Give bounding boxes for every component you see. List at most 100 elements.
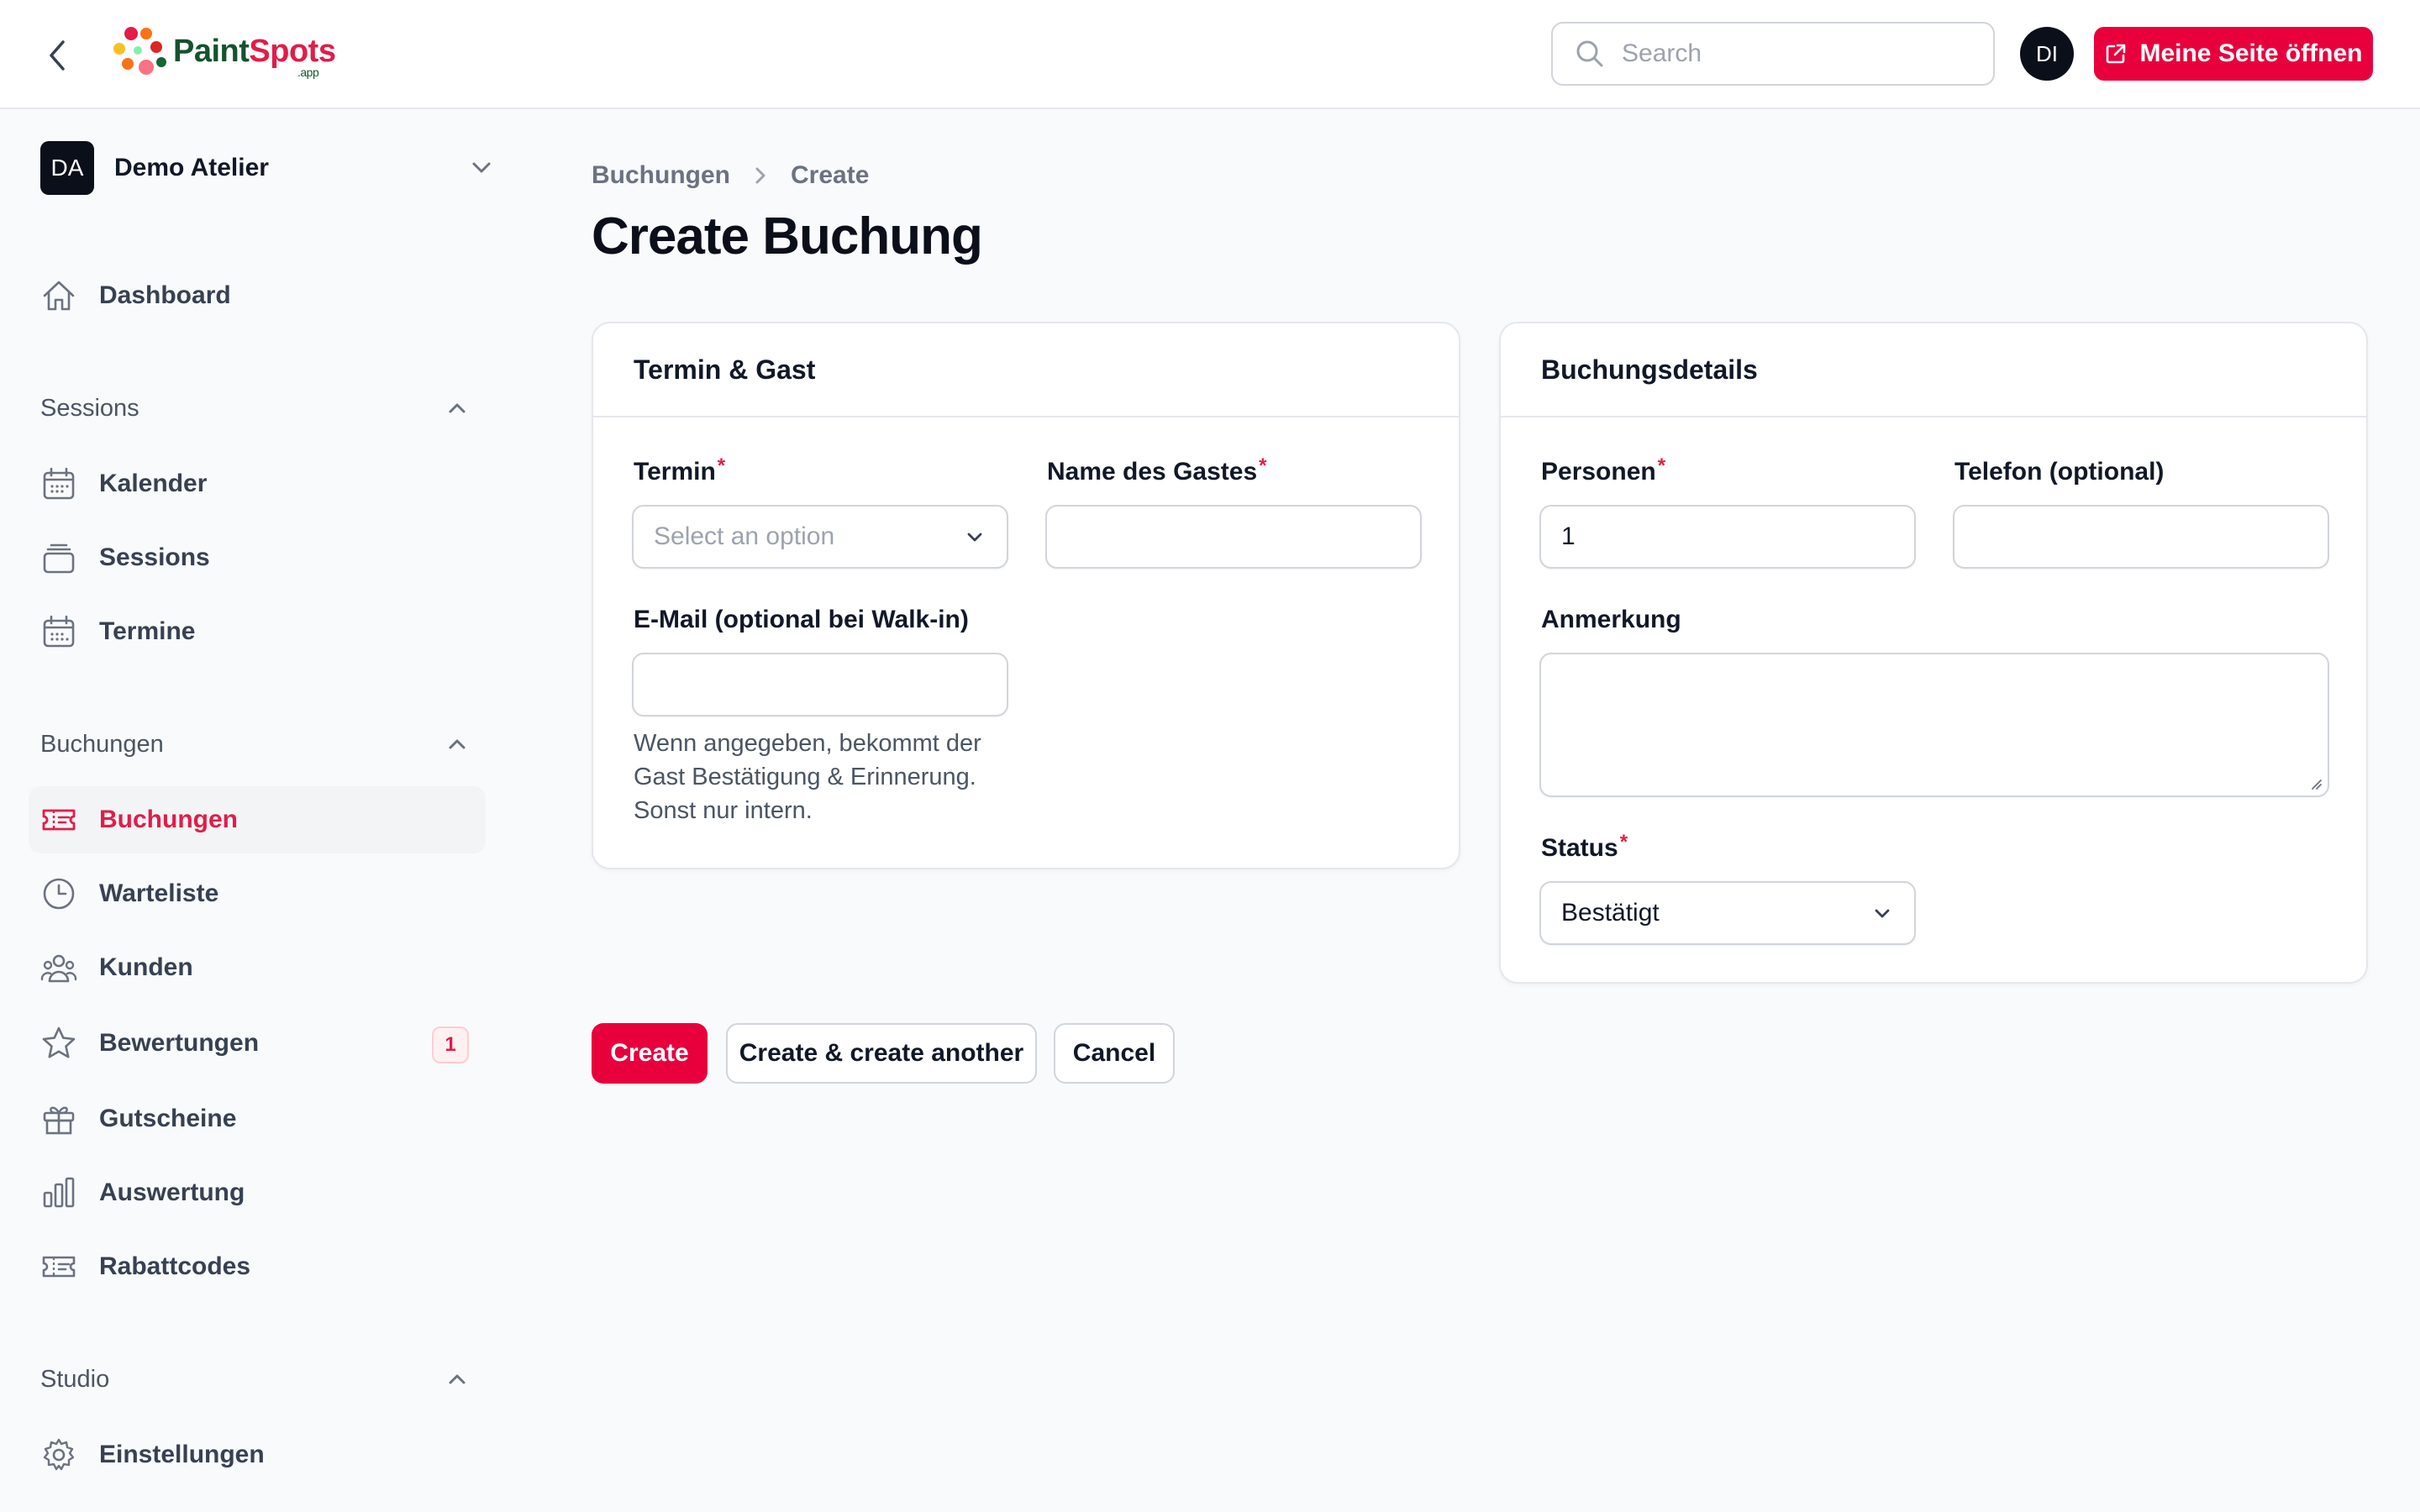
status-select[interactable]: Bestätigt	[1539, 881, 1916, 945]
calendar-grid-icon	[40, 613, 77, 650]
cancel-button[interactable]: Cancel	[1054, 1023, 1175, 1084]
user-avatar[interactable]: DI	[2020, 27, 2074, 81]
home-icon	[40, 277, 77, 314]
nav-group-buchungen[interactable]: Buchungen	[40, 727, 469, 761]
card-title: Termin & Gast	[593, 323, 1459, 417]
personen-field-wrap	[1539, 505, 1916, 569]
calendar-icon	[40, 465, 77, 502]
buchungsdetails-card: Buchungsdetails Personen* Telefon (optio…	[1499, 322, 2368, 984]
tenant-switcher[interactable]: DA Demo Atelier	[40, 141, 494, 195]
email-helper-text: Wenn angegeben, bekommt der Gast Bestäti…	[634, 730, 981, 824]
bar-chart-icon	[40, 1174, 77, 1211]
chevron-left-icon	[45, 39, 70, 72]
sidebar-item-label: Auswertung	[99, 1179, 245, 1206]
sidebar-item-label: Rabattcodes	[99, 1252, 251, 1280]
sidebar-item-gutscheine[interactable]: Gutscheine	[29, 1085, 486, 1152]
search-input[interactable]	[1622, 39, 1975, 68]
card-title: Buchungsdetails	[1501, 323, 2366, 417]
sidebar-item-kunden[interactable]: Kunden	[29, 934, 486, 1001]
anmerkung-textarea[interactable]	[1541, 654, 2328, 795]
sidebar-item-label: Termine	[99, 617, 196, 645]
open-site-button[interactable]: Meine Seite öffnen	[2094, 27, 2373, 81]
top-bar: PaintSpots .app DI Meine Seite öffnen	[0, 0, 2420, 109]
nav-group-sessions[interactable]: Sessions	[40, 391, 469, 425]
nav-group-label: Buchungen	[40, 730, 164, 758]
chevron-up-icon	[445, 396, 469, 420]
star-icon	[40, 1025, 77, 1062]
page-title: Create Buchung	[592, 207, 983, 265]
stack-icon	[40, 539, 77, 576]
termin-gast-card: Termin & Gast Termin* Select an option N…	[592, 322, 1460, 869]
paint-dots-icon	[113, 27, 166, 75]
telefon-field[interactable]	[1954, 507, 2328, 567]
termin-label: Termin*	[634, 454, 726, 486]
chevron-down-icon	[1870, 901, 1894, 925]
nav-group-label: Sessions	[40, 394, 139, 422]
logo-app-text: .app	[297, 66, 319, 79]
sidebar-item-buchungen[interactable]: Buchungen	[29, 786, 486, 853]
logo-spots-text: Spots	[249, 34, 336, 69]
anmerkung-field-wrap	[1539, 653, 2329, 797]
chevron-down-icon	[963, 525, 986, 549]
chevron-right-icon	[752, 165, 769, 186]
sidebar-item-warteliste[interactable]: Warteliste	[29, 860, 486, 927]
sidebar-item-label: Gutscheine	[99, 1105, 237, 1132]
gast-name-field[interactable]	[1047, 507, 1420, 567]
email-field[interactable]	[634, 654, 1007, 715]
tenant-name: Demo Atelier	[114, 154, 269, 181]
create-button[interactable]: Create	[592, 1023, 708, 1084]
sidebar-item-dashboard[interactable]: Dashboard	[29, 262, 486, 329]
clock-icon	[40, 875, 77, 912]
sidebar-item-rabattcodes[interactable]: Rabattcodes	[29, 1233, 486, 1300]
nav-group-label: Studio	[40, 1365, 110, 1393]
sidebar-item-label: Dashboard	[99, 281, 231, 309]
personen-label: Personen*	[1541, 454, 1666, 486]
search-box[interactable]	[1551, 22, 1995, 86]
telefon-field-wrap	[1953, 505, 2329, 569]
termin-select-placeholder: Select an option	[654, 522, 835, 550]
users-icon	[40, 949, 77, 986]
count-badge: 1	[432, 1026, 469, 1063]
nav-group-studio[interactable]: Studio	[40, 1362, 469, 1396]
sidebar-item-sessions[interactable]: Sessions	[29, 524, 486, 591]
external-link-icon	[2104, 42, 2128, 66]
personen-field[interactable]	[1541, 507, 1914, 567]
sidebar-item-einstellungen[interactable]: Einstellungen	[29, 1421, 486, 1488]
chevron-up-icon	[445, 1368, 469, 1391]
sidebar-item-label: Einstellungen	[99, 1441, 265, 1468]
search-icon	[1575, 39, 1605, 69]
create-another-button[interactable]: Create & create another	[726, 1023, 1037, 1084]
chevron-up-icon	[445, 732, 469, 756]
sidebar-item-bewertungen[interactable]: Bewertungen 1	[29, 1010, 486, 1077]
sidebar-item-label: Buchungen	[99, 806, 238, 833]
breadcrumb-current: Create	[791, 161, 870, 189]
sidebar: DA Demo Atelier Dashboard Sessions Kalen…	[0, 111, 504, 1512]
sidebar-item-auswertung[interactable]: Auswertung	[29, 1159, 486, 1226]
logo-wordmark: PaintSpots .app	[173, 34, 336, 79]
status-select-value: Bestätigt	[1561, 899, 1660, 927]
gast-name-field-wrap	[1045, 505, 1422, 569]
breadcrumb: Buchungen Create	[592, 161, 869, 190]
tenant-avatar: DA	[40, 141, 94, 195]
resize-handle-icon[interactable]	[2309, 777, 2323, 790]
logo-paint-text: Paint	[173, 34, 250, 69]
chevron-down-icon	[469, 155, 494, 180]
sidebar-item-label: Warteliste	[99, 879, 219, 907]
back-button[interactable]	[39, 37, 76, 74]
gast-name-label: Name des Gastes*	[1047, 454, 1267, 486]
breadcrumb-parent-link[interactable]: Buchungen	[592, 161, 730, 190]
sidebar-item-label: Kunden	[99, 953, 193, 981]
anmerkung-label: Anmerkung	[1541, 606, 1681, 633]
sidebar-item-label: Bewertungen	[99, 1029, 260, 1057]
termin-select[interactable]: Select an option	[632, 505, 1008, 569]
gear-icon	[40, 1436, 77, 1473]
sidebar-item-kalender[interactable]: Kalender	[29, 450, 486, 517]
sidebar-item-termine[interactable]: Termine	[29, 598, 486, 665]
ticket-icon	[40, 801, 77, 838]
status-label: Status*	[1541, 831, 1628, 862]
open-site-label: Meine Seite öffnen	[2139, 39, 2363, 67]
discount-ticket-icon	[40, 1248, 77, 1285]
email-field-wrap	[632, 653, 1008, 717]
telefon-label: Telefon (optional)	[1954, 458, 2165, 486]
sidebar-item-label: Sessions	[99, 543, 210, 571]
